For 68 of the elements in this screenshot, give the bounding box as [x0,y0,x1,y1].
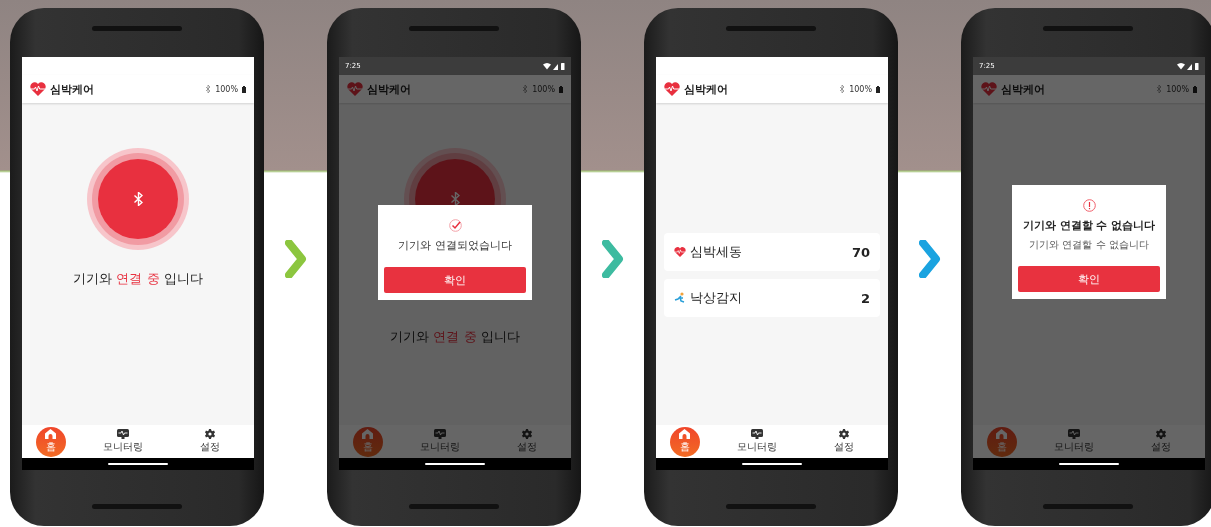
nav-tab[interactable]: 모니터링 [93,429,153,454]
stat-value: 2 [860,290,870,306]
stat-label: 심박세동 [690,243,742,261]
heart-logo-icon [347,82,363,96]
nav-tab[interactable]: 홈 [352,426,383,457]
battery-percent: 100% [1166,84,1189,94]
app-title: 심박케어 [1001,81,1045,97]
battery-percent: 100% [532,84,555,94]
nav-tab[interactable]: 모니터링 [727,429,787,454]
home-indicator[interactable] [742,463,802,465]
app-title: 심박케어 [367,81,411,97]
stat-label: 낙상감지 [690,289,742,307]
dialog-title: 기기와 연결되었습니다 [398,238,512,253]
bluetooth-icon [206,85,212,93]
nav-tab[interactable]: 홈 [35,426,66,457]
nav-tab[interactable]: 홈 [669,426,700,457]
home-indicator[interactable] [1059,463,1119,465]
app-title: 심박케어 [684,81,728,97]
app-title: 심박케어 [50,81,94,97]
settings-icon [1156,429,1167,439]
heart-logo-icon [30,82,46,96]
bluetooth-icon [840,85,846,93]
battery-icon [1193,85,1197,93]
nav-tab[interactable]: 홈 [986,426,1017,457]
settings-icon [839,429,850,439]
home-indicator[interactable] [425,463,485,465]
bluetooth-icon [133,192,143,206]
connection-status-text: 기기와 연결 중 입니다 [73,270,203,288]
falling-person-icon [674,292,686,304]
nav-tab[interactable]: 모니터링 [410,429,470,454]
nav-tab[interactable]: 모니터링 [1044,429,1104,454]
stat-card[interactable]: 낙상감지 2 [664,279,880,317]
status-icons [543,62,565,70]
nav-tab[interactable]: 설정 [497,429,558,454]
check-icon [448,219,462,232]
dialog-title: 기기와 연결할 수 없습니다 [1022,218,1156,233]
battery-percent: 100% [215,84,238,94]
heart-logo-icon [981,82,997,96]
nav-tab[interactable]: 설정 [1131,429,1192,454]
battery-icon [876,85,880,93]
monitor-icon [1068,429,1080,439]
bluetooth-icon [523,85,529,93]
monitor-icon [117,429,129,439]
confirm-button[interactable]: 확인 [384,267,526,293]
bluetooth-icon [1157,85,1163,93]
battery-icon [242,85,246,93]
nav-tab[interactable]: 설정 [180,429,241,454]
battery-percent: 100% [849,84,872,94]
settings-icon [205,429,216,439]
status-icons [1177,62,1199,70]
settings-icon [522,429,533,439]
home-icon [996,429,1008,439]
home-indicator[interactable] [108,463,168,465]
stat-card[interactable]: 심박세동 70 [664,233,880,271]
confirm-button[interactable]: 확인 [1018,266,1160,292]
connection-status-text: 기기와 연결 중 입니다 [390,328,520,346]
home-icon [362,429,374,439]
nav-tab[interactable]: 설정 [814,429,875,454]
home-icon [45,429,57,439]
dialog-message: 기기와 연결할 수 없습니다 [1029,238,1149,252]
stat-value: 70 [851,244,870,260]
heart-logo-icon [664,82,680,96]
alert-icon [1082,199,1096,212]
monitor-icon [751,429,763,439]
home-icon [679,429,691,439]
monitor-icon [434,429,446,439]
battery-icon [559,85,563,93]
heart-icon [674,247,686,257]
